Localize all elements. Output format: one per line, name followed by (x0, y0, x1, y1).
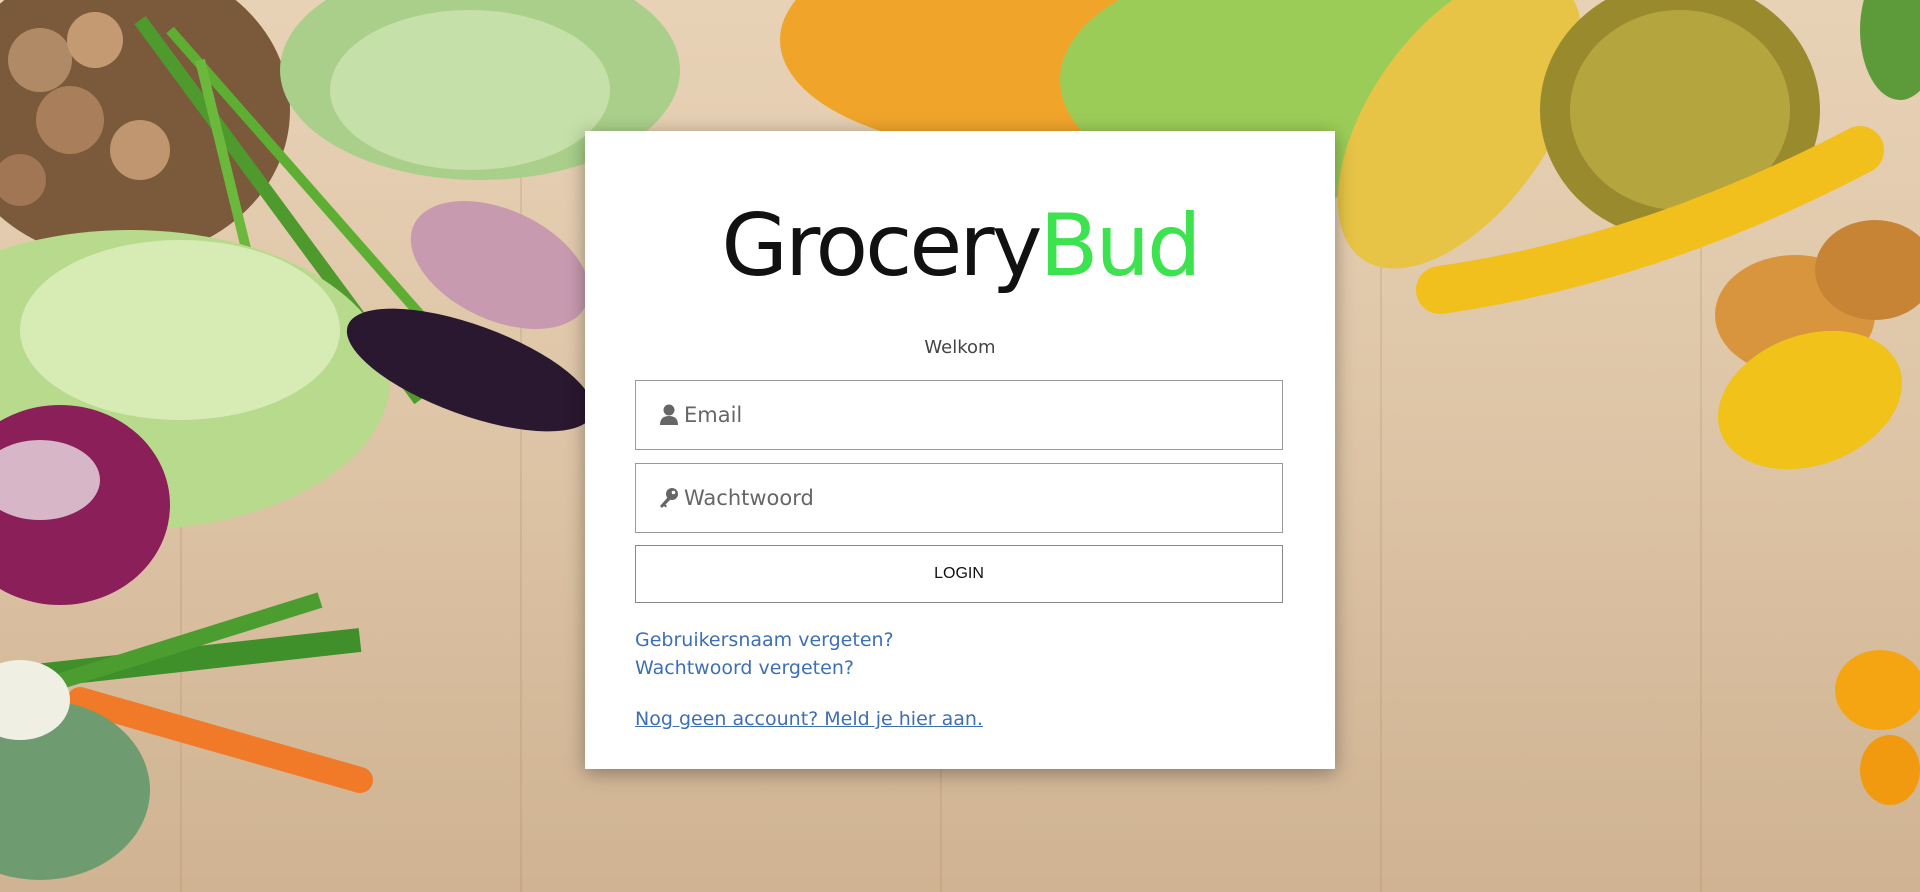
password-field (635, 463, 1283, 533)
login-button[interactable]: LOGIN (635, 545, 1283, 603)
logo-text-grocery: Grocery (721, 196, 1042, 296)
key-icon (658, 486, 680, 510)
password-input[interactable] (684, 464, 1264, 532)
forgot-password-link[interactable]: Wachtwoord vergeten? (635, 657, 854, 679)
logo-text-bud: Bud (1039, 196, 1202, 296)
forgot-username-link[interactable]: Gebruikersnaam vergeten? (635, 629, 894, 651)
register-link[interactable]: Nog geen account? Meld je hier aan. (635, 708, 983, 730)
grocerybud-logo: GroceryBud (585, 203, 1335, 289)
email-input[interactable] (684, 381, 1264, 449)
email-field (635, 380, 1283, 450)
user-icon (658, 403, 680, 427)
login-panel: GroceryBud Welkom LOGIN Gebruikersnaam v… (585, 131, 1335, 769)
welcome-text: Welkom (924, 337, 996, 358)
